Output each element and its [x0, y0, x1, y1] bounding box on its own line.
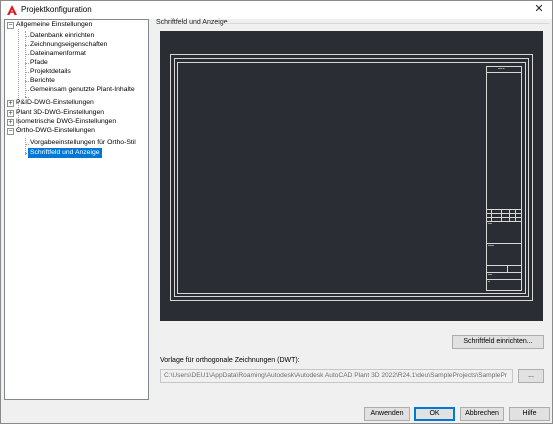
- tree-connector: [25, 31, 26, 97]
- project-configuration-dialog: Projektkonfiguration ✕ − + + + − Allgeme…: [0, 0, 553, 424]
- collapse-toggle-allgemeine[interactable]: −: [7, 22, 14, 29]
- title-block-rule: [515, 209, 516, 221]
- tree-item-ortho-dwg-einstellungen[interactable]: Ortho-DWG-Einstellungen: [16, 126, 95, 136]
- collapse-toggle-ortho[interactable]: −: [7, 128, 14, 135]
- tree-connector: [25, 36, 29, 37]
- title-block-rule: [487, 243, 521, 244]
- close-button[interactable]: ✕: [526, 1, 552, 19]
- title-block-rule: [487, 272, 521, 273]
- title-bar: Projektkonfiguration ✕: [1, 1, 552, 19]
- drawing-frame: [177, 62, 526, 294]
- autocad-logo-icon: [7, 5, 17, 15]
- title-block-header-mark: ▬▬ ▬: [498, 68, 505, 70]
- schriftfeld-einrichten-button[interactable]: Schriftfeld einrichten...: [452, 335, 544, 349]
- window-title: Projektkonfiguration: [21, 5, 92, 14]
- section-title: Schriftfeld und Anzeige: [156, 19, 228, 26]
- title-block-field-mark: ▬▬: [488, 223, 492, 225]
- tree-connector: [25, 45, 29, 46]
- tree-item-allgemeine-einstellungen[interactable]: Allgemeine Einstellungen: [16, 20, 92, 30]
- tree-connector: [25, 63, 29, 64]
- expand-toggle-pid[interactable]: +: [7, 100, 14, 107]
- tree-connector: [25, 54, 29, 55]
- tree-item-vorgabeeinstellungen-ortho-stil[interactable]: Vorgabeeinstellungen für Ortho-Stil: [30, 138, 136, 148]
- ok-button[interactable]: OK: [414, 407, 455, 421]
- tree-connector: [25, 144, 29, 145]
- tree-connector: [25, 90, 29, 91]
- title-block-rule: [501, 209, 502, 221]
- template-label: Vorlage für orthogonale Zeichnungen (DWT…: [160, 357, 300, 364]
- title-block-rule: [491, 209, 492, 221]
- title-block-column: ▬▬ ▬ ▬▬ ▬▬▬ ▬▬ ▬: [486, 66, 522, 291]
- title-block-rule: [487, 279, 521, 280]
- title-block-rule: [509, 209, 510, 221]
- tree-item-gemeinsam-genutzte-plant-inhalte[interactable]: Gemeinsam genutzte Plant-Inhalte: [30, 85, 135, 95]
- tree-connector: [25, 72, 29, 73]
- browse-template-button[interactable]: ...: [518, 369, 544, 383]
- settings-tree[interactable]: − + + + − Allgemeine Einstellungen Daten…: [4, 19, 149, 400]
- tree-connector: [25, 81, 29, 82]
- title-block-rule: [487, 265, 521, 266]
- expand-toggle-iso[interactable]: +: [7, 119, 14, 126]
- tree-item-schriftfeld-und-anzeige[interactable]: Schriftfeld und Anzeige: [28, 148, 102, 158]
- title-block-preview: ▬▬ ▬ ▬▬ ▬▬▬ ▬▬ ▬: [160, 31, 543, 321]
- section-divider: [223, 23, 549, 24]
- title-block-rule: [487, 72, 521, 73]
- title-block-rule: [507, 265, 508, 272]
- expand-toggle-plant3d[interactable]: +: [7, 110, 14, 117]
- apply-button[interactable]: Anwenden: [364, 407, 410, 421]
- tree-item-pid-dwg-einstellungen[interactable]: P&ID-DWG-Einstellungen: [16, 98, 94, 108]
- title-block-rule: [487, 221, 521, 222]
- title-block-field-mark: ▬: [488, 281, 490, 283]
- help-button[interactable]: Hilfe: [509, 407, 550, 421]
- title-block-field-mark: ▬▬▬: [488, 245, 494, 247]
- cancel-button[interactable]: Abbrechen: [460, 407, 504, 421]
- template-path-field: C:\Users\DEU1\AppData\Roaming\Autodesk\A…: [160, 369, 513, 383]
- title-block-field-mark: ▬▬: [488, 274, 492, 276]
